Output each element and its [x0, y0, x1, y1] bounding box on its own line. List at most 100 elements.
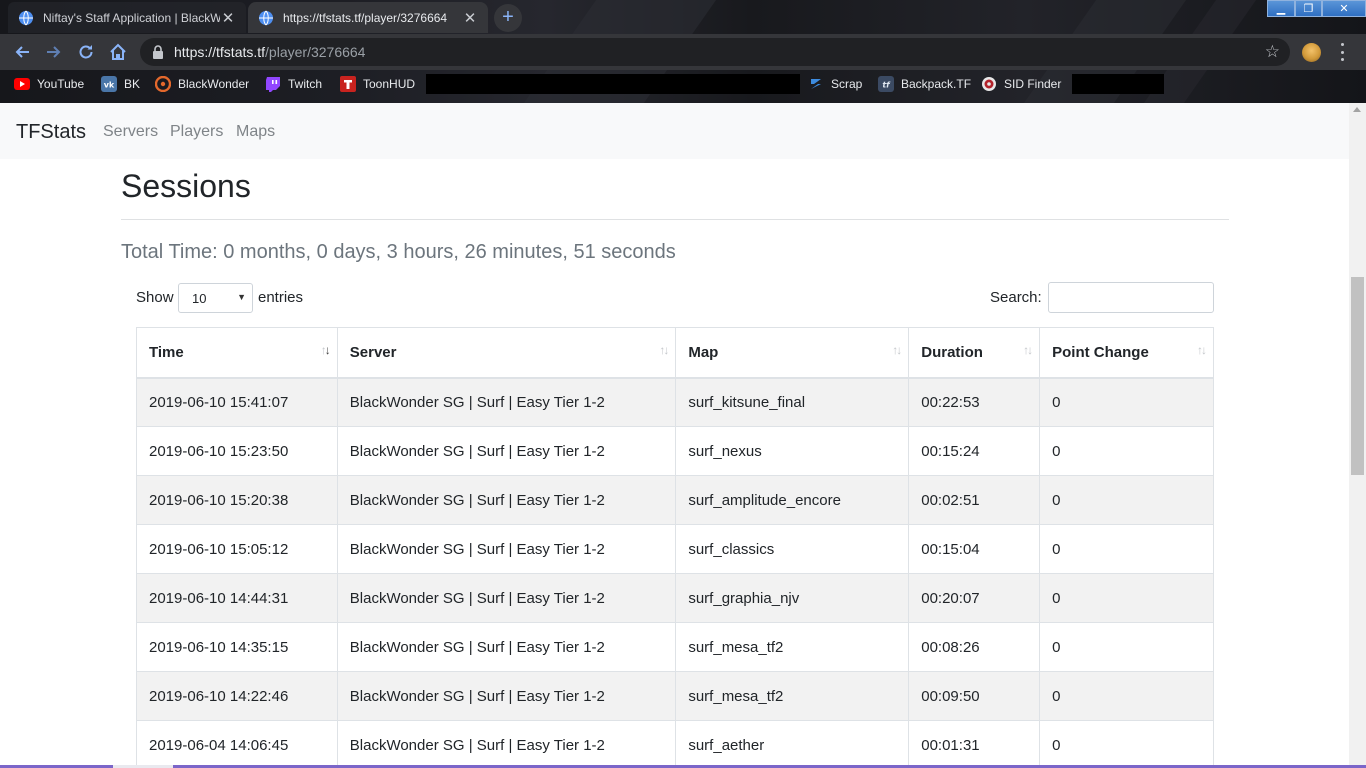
cell-server: BlackWonder SG | Surf | Easy Tier 1-2	[336, 573, 677, 623]
tab-tfstats[interactable]: https://tfstats.tf/player/3276664 ✕	[248, 2, 488, 33]
hidden-bookmarks-region	[426, 74, 800, 94]
column-header-point-change[interactable]: Point Change ↑↓	[1039, 327, 1214, 379]
scrap-icon	[808, 76, 824, 92]
cell-duration: 00:09:50	[908, 671, 1041, 721]
cell-server: BlackWonder SG | Surf | Easy Tier 1-2	[336, 426, 677, 476]
column-header-map[interactable]: Map ↑↓	[675, 327, 910, 379]
column-header-duration[interactable]: Duration ↑↓	[908, 327, 1041, 379]
nav-link-servers[interactable]: Servers	[103, 123, 158, 141]
cell-duration: 00:02:51	[908, 475, 1041, 525]
bookmark-blackwonder[interactable]: BlackWonder	[155, 74, 249, 94]
bookmark-vk[interactable]: vk BK	[101, 74, 140, 94]
cell-time: 2019-06-10 15:23:50	[136, 426, 338, 476]
total-time: Total Time: 0 months, 0 days, 3 hours, 2…	[121, 241, 676, 263]
cell-point-change: 0	[1039, 573, 1214, 623]
cell-time: 2019-06-10 14:22:46	[136, 671, 338, 721]
browser-chrome: Niftay's Staff Application | BlackWonder…	[0, 0, 1366, 103]
reload-icon	[79, 45, 93, 59]
cell-map: surf_kitsune_final	[675, 377, 910, 427]
tab-staff-application[interactable]: Niftay's Staff Application | BlackWonder…	[8, 2, 246, 33]
bookmark-toonhud[interactable]: ToonHUD	[340, 74, 415, 94]
cell-duration: 00:20:07	[908, 573, 1041, 623]
cell-map: surf_mesa_tf2	[675, 671, 910, 721]
table-row: 2019-06-10 15:41:07 BlackWonder SG | Sur…	[136, 377, 1214, 427]
tab-strip: Niftay's Staff Application | BlackWonder…	[0, 0, 1366, 34]
cell-server: BlackWonder SG | Surf | Easy Tier 1-2	[336, 475, 677, 525]
reload-button[interactable]	[74, 40, 98, 64]
close-icon[interactable]: ✕	[220, 9, 236, 27]
restore-button[interactable]: ❐	[1295, 0, 1322, 17]
profile-avatar[interactable]	[1302, 43, 1321, 62]
cell-map: surf_mesa_tf2	[675, 622, 910, 672]
cell-point-change: 0	[1039, 524, 1214, 574]
cell-point-change: 0	[1039, 671, 1214, 721]
page-scrollbar[interactable]	[1349, 103, 1366, 768]
cell-point-change: 0	[1039, 622, 1214, 672]
minimize-button[interactable]: ▁	[1267, 0, 1295, 17]
divider	[121, 219, 1229, 220]
back-button[interactable]	[10, 40, 34, 64]
column-header-time[interactable]: Time ↑↓	[136, 327, 338, 379]
twitch-icon	[265, 76, 281, 92]
sid-finder-icon	[981, 76, 997, 92]
cell-point-change: 0	[1039, 720, 1214, 768]
bookmark-sid-finder[interactable]: SID Finder	[981, 74, 1061, 94]
sessions-table: Time ↑↓ Server ↑↓ Map ↑↓ Duration ↑↓ Point C…	[136, 327, 1214, 768]
table-row: 2019-06-10 14:22:46 BlackWonder SG | Sur…	[136, 671, 1214, 721]
cell-point-change: 0	[1039, 426, 1214, 476]
toonhud-icon	[340, 76, 356, 92]
bookmark-backpack-tf[interactable]: tf Backpack.TF	[878, 74, 971, 94]
table-header-row: Time ↑↓ Server ↑↓ Map ↑↓ Duration ↑↓ Point C…	[136, 327, 1214, 379]
cell-time: 2019-06-04 14:06:45	[136, 720, 338, 768]
forward-arrow-icon	[47, 46, 61, 58]
nav-link-players[interactable]: Players	[170, 123, 223, 141]
forward-button[interactable]	[42, 40, 66, 64]
nav-link-maps[interactable]: Maps	[236, 123, 275, 141]
menu-kebab-icon[interactable]	[1339, 43, 1345, 61]
close-icon: ✕	[1339, 3, 1349, 15]
search-label: Search:	[990, 289, 1042, 306]
globe-icon	[19, 10, 33, 25]
bookmark-scrap[interactable]: Scrap	[808, 74, 862, 94]
cell-server: BlackWonder SG | Surf | Easy Tier 1-2	[336, 671, 677, 721]
bookmark-youtube[interactable]: YouTube	[14, 74, 84, 94]
cell-duration: 00:15:24	[908, 426, 1041, 476]
table-row: 2019-06-04 14:06:45 BlackWonder SG | Sur…	[136, 720, 1214, 768]
bookmark-star-icon[interactable]: ☆	[1265, 43, 1280, 60]
minimize-icon: ▁	[1276, 3, 1286, 15]
column-header-server[interactable]: Server ↑↓	[336, 327, 677, 379]
sort-arrows-icon: ↑↓	[659, 343, 669, 357]
scroll-up-arrow-icon[interactable]	[1353, 107, 1361, 112]
search-input[interactable]	[1048, 282, 1214, 313]
entries-per-page-select[interactable]: 10 ▼	[178, 283, 253, 313]
youtube-icon	[14, 76, 30, 92]
cell-time: 2019-06-10 15:41:07	[136, 377, 338, 427]
address-bar[interactable]: https://tfstats.tf/player/3276664 ☆	[140, 38, 1290, 66]
bookmark-twitch[interactable]: Twitch	[265, 74, 322, 94]
cell-map: surf_aether	[675, 720, 910, 768]
home-button[interactable]	[106, 40, 130, 64]
lock-icon[interactable]	[152, 45, 164, 59]
cell-server: BlackWonder SG | Surf | Easy Tier 1-2	[336, 622, 677, 672]
cell-map: surf_graphia_njv	[675, 573, 910, 623]
table-row: 2019-06-10 15:23:50 BlackWonder SG | Sur…	[136, 426, 1214, 476]
cell-server: BlackWonder SG | Surf | Easy Tier 1-2	[336, 524, 677, 574]
sort-arrows-icon: ↑↓	[1197, 343, 1207, 357]
table-row: 2019-06-10 14:35:15 BlackWonder SG | Sur…	[136, 622, 1214, 672]
cell-time: 2019-06-10 14:35:15	[136, 622, 338, 672]
close-icon[interactable]: ✕	[462, 9, 478, 27]
backpack-tf-icon: tf	[878, 76, 894, 92]
window-controls: ▁ ❐ ✕	[1267, 0, 1366, 17]
table-row: 2019-06-10 15:20:38 BlackWonder SG | Sur…	[136, 475, 1214, 525]
site-brand[interactable]: TFStats	[16, 121, 86, 144]
page-content: TFStats Servers Players Maps Sessions To…	[0, 103, 1349, 768]
cell-time: 2019-06-10 15:05:12	[136, 524, 338, 574]
scrollbar-thumb[interactable]	[1351, 277, 1364, 475]
hidden-bookmarks-region	[1072, 74, 1164, 94]
tab-title: Niftay's Staff Application | BlackWonder	[43, 10, 220, 25]
cell-server: BlackWonder SG | Surf | Easy Tier 1-2	[336, 720, 677, 768]
blackwonder-icon	[155, 76, 171, 92]
new-tab-button[interactable]: +	[494, 4, 522, 32]
close-window-button[interactable]: ✕	[1322, 0, 1366, 17]
cell-map: surf_nexus	[675, 426, 910, 476]
